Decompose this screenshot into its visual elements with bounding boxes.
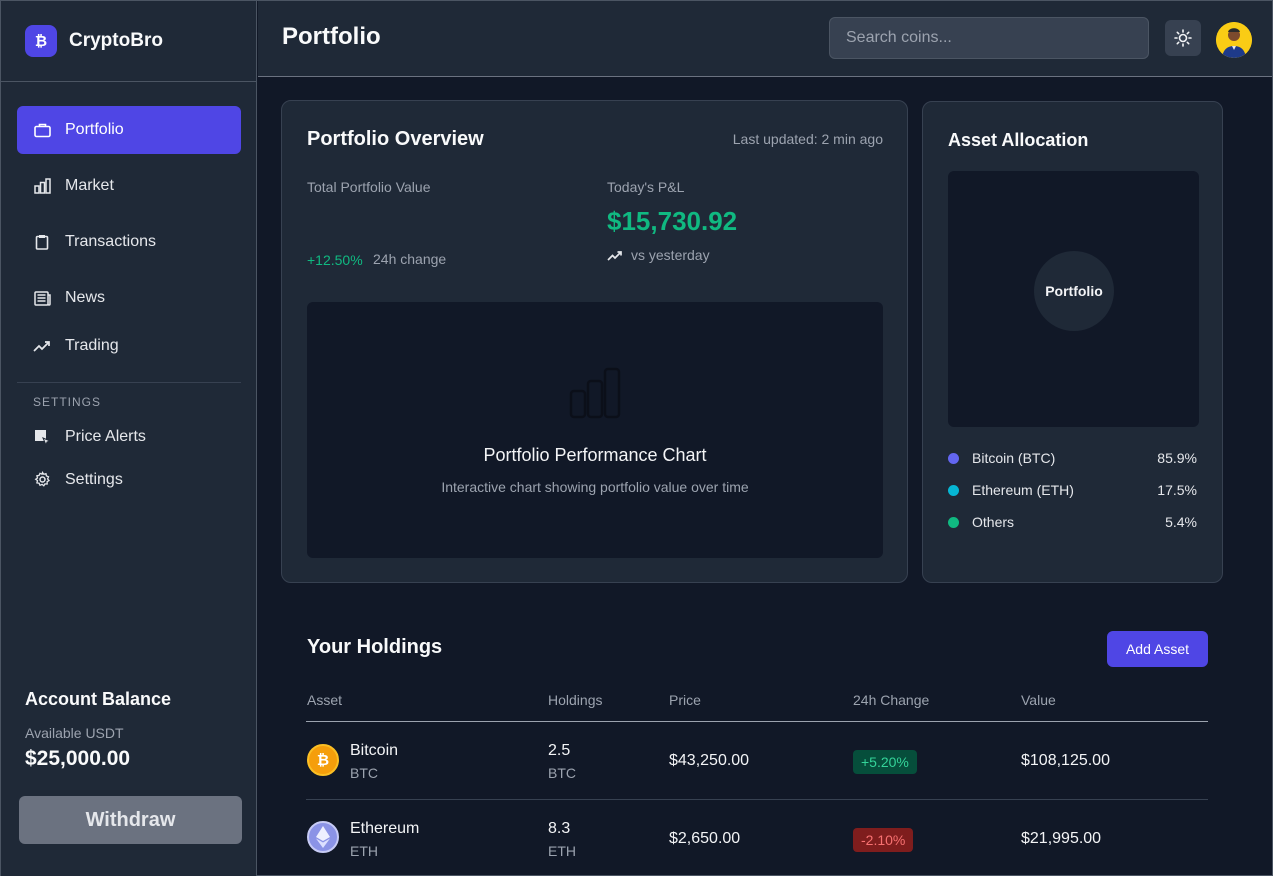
- asset-allocation-card: Asset Allocation Portfolio Bitcoin (BTC)…: [922, 101, 1223, 583]
- asset-value: $21,995.00: [1021, 830, 1102, 847]
- legend-value: 17.5%: [1157, 482, 1197, 498]
- pnl-value: $15,730.92: [607, 206, 738, 236]
- holdings-table: Asset Holdings Price 24h Change Value ₿ …: [306, 689, 1208, 876]
- allocation-legend: Bitcoin (BTC) 85.9% Ethereum (ETH) 17.5%…: [948, 442, 1197, 538]
- holding-amount: 8.3: [548, 820, 571, 837]
- sidebar-item-label: News: [65, 289, 106, 306]
- trending-up-icon: [33, 337, 51, 355]
- allocation-title: Asset Allocation: [948, 130, 1089, 150]
- column-header-price[interactable]: Price: [669, 692, 701, 708]
- holdings-title: Your Holdings: [307, 636, 443, 658]
- search-input[interactable]: [829, 17, 1149, 59]
- legend-value: 5.4%: [1165, 514, 1197, 530]
- withdraw-button[interactable]: Withdraw: [19, 796, 242, 844]
- overview-title: Portfolio Overview: [307, 128, 484, 150]
- legend-dot: [948, 516, 959, 528]
- legend-item-ethereum: Ethereum (ETH) 17.5%: [948, 474, 1197, 506]
- table-row[interactable]: ₿ Bitcoin BTC 2.5 BTC $43,250.00 +5.20% …: [306, 722, 1208, 800]
- performance-chart-placeholder[interactable]: Portfolio Performance Chart Interactive …: [307, 302, 883, 558]
- asset-name: Bitcoin: [350, 742, 399, 759]
- column-header-asset[interactable]: Asset: [307, 692, 342, 708]
- legend-name: Bitcoin (BTC): [972, 450, 1056, 466]
- vs-yesterday: vs yesterday: [607, 247, 710, 263]
- ethereum-icon: [307, 821, 339, 853]
- asset-price: $43,250.00: [669, 752, 750, 769]
- top-header: Portfolio: [258, 1, 1272, 77]
- table-header: Asset Holdings Price 24h Change Value: [306, 689, 1208, 722]
- add-asset-button[interactable]: Add Asset: [1107, 631, 1208, 667]
- bar-chart-icon: [569, 367, 621, 424]
- sun-icon: [1174, 29, 1192, 47]
- asset-name: Ethereum: [350, 820, 420, 837]
- balance-amount: $25,000.00: [25, 747, 131, 770]
- change-percent: +12.50%: [307, 252, 363, 268]
- sidebar-item-trading[interactable]: Trading: [17, 322, 241, 370]
- sidebar-item-market[interactable]: Market: [17, 162, 241, 210]
- allocation-chart[interactable]: Portfolio: [948, 171, 1199, 427]
- bar-chart-icon: [33, 177, 51, 195]
- asset-symbol: ETH: [350, 843, 378, 859]
- bitcoin-icon: ₿: [307, 744, 339, 776]
- legend-name: Others: [972, 514, 1015, 530]
- sidebar: ₿ CryptoBro Portfolio Market Transaction…: [1, 1, 257, 876]
- settings-section-heading: SETTINGS: [33, 395, 102, 409]
- asset-price: $2,650.00: [669, 830, 741, 847]
- donut-center-label: Portfolio: [1034, 251, 1114, 331]
- clipboard-icon: [33, 233, 51, 251]
- theme-toggle-button[interactable]: [1165, 20, 1201, 56]
- page-title: Portfolio: [282, 23, 381, 50]
- trending-up-icon: [607, 250, 623, 261]
- sidebar-item-label: Transactions: [65, 233, 156, 250]
- newspaper-icon: [33, 289, 51, 307]
- holding-symbol: BTC: [548, 765, 576, 781]
- gear-icon: [33, 471, 51, 489]
- balance-title: Account Balance: [25, 689, 172, 709]
- asset-value: $108,125.00: [1021, 752, 1110, 769]
- portfolio-overview-card: Portfolio Overview Last updated: 2 min a…: [281, 100, 908, 583]
- asset-symbol: BTC: [350, 765, 378, 781]
- legend-name: Ethereum (ETH): [972, 482, 1074, 498]
- sidebar-item-price-alerts[interactable]: Price Alerts: [17, 415, 241, 458]
- legend-item-others: Others 5.4%: [948, 506, 1197, 538]
- avatar[interactable]: [1216, 22, 1252, 58]
- sidebar-item-news[interactable]: News: [17, 274, 241, 322]
- sidebar-item-label: Portfolio: [65, 121, 124, 138]
- account-balance: Account Balance Available USDT $25,000.0…: [25, 689, 241, 771]
- column-header-value[interactable]: Value: [1021, 692, 1056, 708]
- column-header-holdings[interactable]: Holdings: [548, 692, 602, 708]
- chart-title: Portfolio Performance Chart: [483, 445, 707, 465]
- sidebar-item-label: Settings: [65, 470, 123, 488]
- column-header-change[interactable]: 24h Change: [853, 692, 929, 708]
- alert-icon: [33, 428, 51, 446]
- vs-label: vs yesterday: [631, 247, 710, 263]
- balance-subtitle: Available USDT: [25, 725, 124, 741]
- legend-item-bitcoin: Bitcoin (BTC) 85.9%: [948, 442, 1197, 474]
- sidebar-item-settings[interactable]: Settings: [17, 458, 241, 501]
- legend-dot: [948, 484, 959, 496]
- app-window: ₿ CryptoBro Portfolio Market Transaction…: [0, 0, 1273, 876]
- nav-divider: [17, 382, 241, 383]
- sidebar-item-label: Price Alerts: [65, 427, 146, 445]
- change-badge: -2.10%: [853, 828, 914, 852]
- sidebar-nav: Portfolio Market Transactions News Tradi…: [17, 106, 241, 501]
- legend-value: 85.9%: [1157, 450, 1197, 466]
- brand[interactable]: ₿ CryptoBro: [1, 1, 256, 82]
- brand-name: CryptoBro: [69, 30, 163, 51]
- sidebar-item-label: Market: [65, 177, 114, 194]
- holding-symbol: ETH: [548, 843, 576, 859]
- change-label: 24h change: [373, 251, 447, 267]
- pnl-label: Today's P&L: [607, 179, 685, 195]
- bitcoin-logo-icon: ₿: [25, 25, 57, 57]
- chart-subtitle: Interactive chart showing portfolio valu…: [441, 479, 749, 495]
- table-row[interactable]: Ethereum ETH 8.3 ETH $2,650.00 -2.10% $2…: [306, 800, 1208, 876]
- legend-dot: [948, 452, 959, 464]
- sidebar-item-label: Trading: [65, 337, 119, 354]
- last-updated: Last updated: 2 min ago: [732, 131, 883, 147]
- total-value-label: Total Portfolio Value: [307, 179, 431, 195]
- sidebar-item-transactions[interactable]: Transactions: [17, 218, 241, 266]
- holding-amount: 2.5: [548, 742, 571, 759]
- change-badge: +5.20%: [853, 750, 917, 774]
- briefcase-icon: [33, 121, 51, 139]
- sidebar-item-portfolio[interactable]: Portfolio: [17, 106, 241, 154]
